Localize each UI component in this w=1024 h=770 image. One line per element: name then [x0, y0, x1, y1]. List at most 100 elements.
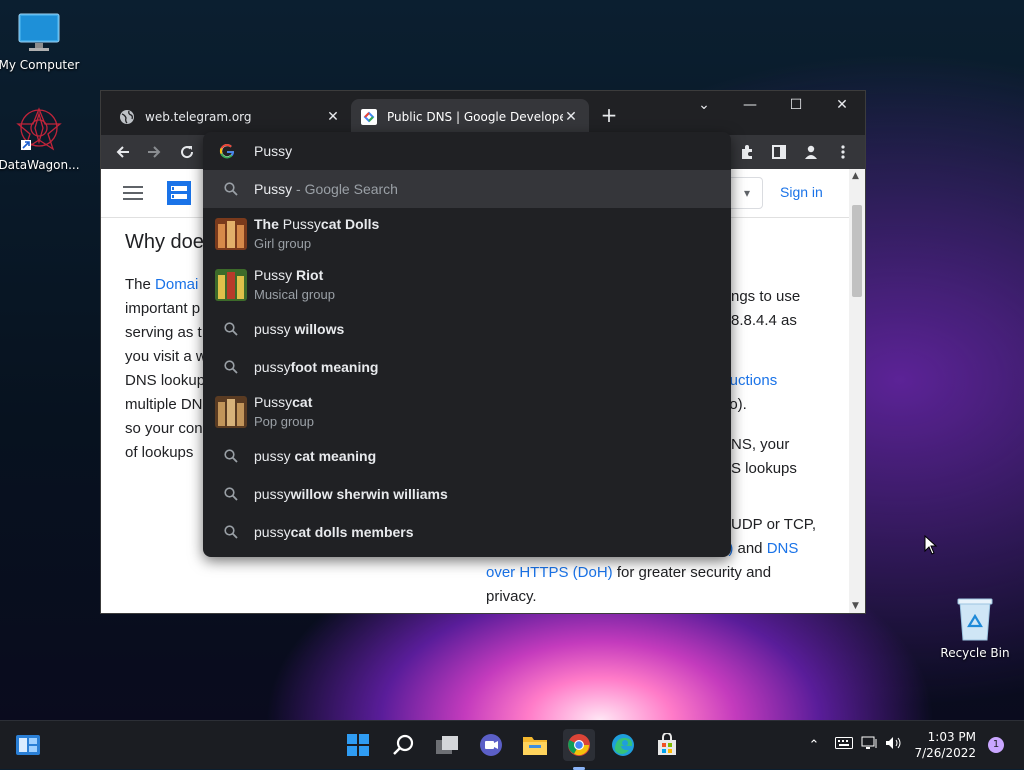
search-icon: [211, 182, 251, 196]
article-text: 8.8.4.4 as: [731, 312, 797, 329]
search-icon[interactable]: [387, 729, 419, 761]
widgets-button[interactable]: [12, 729, 44, 761]
article-text: ngs to use: [731, 288, 801, 305]
forward-button[interactable]: [141, 139, 167, 165]
suggestion-title: pussy willows: [254, 321, 344, 337]
suggestion-completion: cat Dolls: [320, 216, 380, 232]
article-text: privacy.: [486, 588, 537, 605]
suggestion-title: pussyfoot meaning: [254, 359, 378, 375]
minimize-button[interactable]: —: [727, 91, 773, 119]
desktop-icon-label: Recycle Bin: [940, 646, 1010, 660]
reload-button[interactable]: [174, 139, 200, 165]
mouse-cursor-icon: [924, 534, 938, 555]
keyboard-icon[interactable]: [830, 737, 858, 753]
clock-time: 1:03 PM: [927, 730, 976, 744]
suggestion-item[interactable]: Pussy Riot Musical group: [203, 259, 731, 310]
google-developers-logo-icon: [167, 181, 191, 205]
suggestion-text: Pussy - Google Search: [254, 181, 398, 197]
edge-icon[interactable]: [607, 729, 639, 761]
desktop-icon-label: DataWagon...: [0, 158, 80, 172]
article-link[interactable]: Domai: [155, 276, 198, 293]
suggestion-typed-text: pussy: [254, 321, 291, 337]
article-text: for greater security and: [612, 564, 772, 581]
article-line: 8.8.4.4 as: [731, 309, 797, 333]
entity-thumbnail-icon: [211, 395, 251, 428]
page-scrollbar[interactable]: ▲ ▼: [849, 169, 865, 613]
suggestion-item[interactable]: pussy willows: [203, 310, 731, 348]
article-text: UDP or TCP,: [731, 516, 817, 533]
profile-icon[interactable]: [798, 139, 824, 165]
article-text: serving as t: [125, 324, 202, 341]
suggestion-typed-text: Pussy: [254, 394, 293, 410]
desktop-icon-label: My Computer: [0, 58, 80, 72]
chevron-up-icon[interactable]: ⌃: [804, 738, 824, 753]
article-line: The Domai: [125, 273, 198, 297]
entity-thumbnail-icon: [211, 268, 251, 301]
page-heading: Why doe: [125, 231, 204, 253]
suggestion-title: Pussycat: [254, 394, 314, 410]
article-line: of lookups: [125, 441, 193, 465]
article-text: you visit a w: [125, 348, 207, 365]
tab-search-icon[interactable]: ⌄: [681, 91, 727, 119]
tab-title: Public DNS | Google Developers: [387, 110, 563, 124]
clock[interactable]: 1:03 PM 7/26/2022: [912, 721, 976, 769]
article-line: UDP or TCP,: [731, 513, 816, 537]
hamburger-menu-icon[interactable]: [123, 185, 143, 201]
suggestion-item[interactable]: pussyfoot meaning: [203, 348, 731, 386]
suggestion-title: pussycat dolls members: [254, 524, 414, 540]
extensions-icon[interactable]: [734, 139, 760, 165]
sign-in-link[interactable]: Sign in: [780, 184, 823, 200]
back-button[interactable]: [110, 139, 136, 165]
suggestion-suffix: - Google Search: [292, 181, 398, 197]
close-window-button[interactable]: ✕: [819, 91, 865, 119]
start-button[interactable]: [342, 729, 374, 761]
article-link[interactable]: over HTTPS (DoH): [486, 564, 613, 581]
file-explorer-icon[interactable]: [519, 729, 551, 761]
article-link[interactable]: DNS: [767, 540, 799, 557]
suggestion-title: The Pussycat Dolls: [254, 216, 379, 232]
suggestion-item[interactable]: Pussy - Google Search: [203, 170, 731, 208]
desktop-icon-datawagon[interactable]: DataWagon...: [0, 106, 81, 172]
chat-icon[interactable]: [475, 729, 507, 761]
scrollbar-thumb[interactable]: [852, 205, 862, 297]
suggestion-item[interactable]: pussywillow sherwin williams: [203, 475, 731, 513]
side-panel-icon[interactable]: [766, 139, 792, 165]
entity-thumbnail-icon: [211, 217, 251, 250]
omnibox-input[interactable]: Pussy: [203, 132, 731, 170]
scroll-down-icon[interactable]: ▼: [852, 601, 859, 611]
desktop-icon-recycle-bin[interactable]: Recycle Bin: [933, 596, 1017, 660]
article-text: multiple DN: [125, 396, 203, 413]
article-line: so your con: [125, 417, 203, 441]
suggestion-completion: cat meaning: [290, 448, 377, 464]
new-tab-button[interactable]: +: [597, 103, 621, 127]
suggestion-item[interactable]: Pussycat Pop group: [203, 386, 731, 437]
maximize-button[interactable]: ☐: [773, 91, 819, 119]
suggestion-typed-text: Pussy: [254, 267, 293, 283]
network-icon[interactable]: [858, 736, 882, 754]
menu-kebab-icon[interactable]: [830, 139, 856, 165]
suggestion-text: pussywillow sherwin williams: [254, 486, 448, 502]
tab-public-dns[interactable]: Public DNS | Google Developers ✕: [351, 99, 589, 135]
suggestion-item[interactable]: pussycat dolls members: [203, 513, 731, 551]
suggestion-title: pussywillow sherwin williams: [254, 486, 448, 502]
suggestion-title: Pussy - Google Search: [254, 181, 398, 197]
close-tab-icon[interactable]: ✕: [563, 109, 579, 125]
close-tab-icon[interactable]: ✕: [325, 109, 341, 125]
tab-web-telegram[interactable]: web.telegram.org ✕: [109, 99, 351, 135]
suggestion-completion: The: [254, 216, 283, 232]
chrome-icon[interactable]: [563, 729, 595, 770]
article-line: NS, your: [731, 433, 789, 457]
suggestion-item[interactable]: pussy cat meaning: [203, 437, 731, 475]
desktop-icon-my-computer[interactable]: My Computer: [0, 10, 81, 72]
article-line: serving as t: [125, 321, 202, 345]
volume-icon[interactable]: [882, 736, 906, 754]
suggestion-item[interactable]: The Pussycat Dolls Girl group: [203, 208, 731, 259]
task-view-icon[interactable]: [431, 729, 463, 761]
notification-badge[interactable]: 1: [988, 737, 1004, 753]
globe-icon: [119, 109, 135, 125]
store-icon[interactable]: [651, 729, 683, 761]
article-text: S lookups: [731, 460, 797, 477]
taskbar: ⌃ 1:03 PM 7/26/2022 1: [0, 720, 1024, 770]
article-text: NS, your: [731, 436, 790, 453]
scroll-up-icon[interactable]: ▲: [852, 171, 859, 181]
